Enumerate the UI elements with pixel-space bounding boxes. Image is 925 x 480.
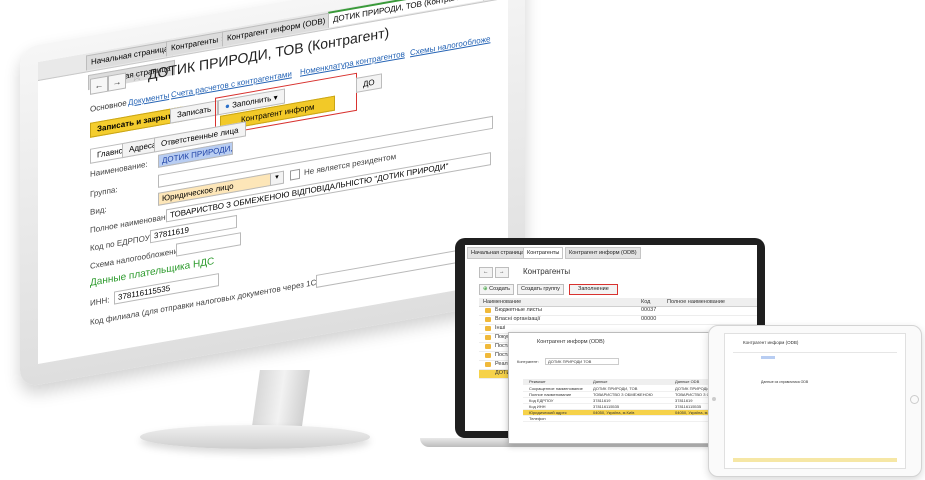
folder-icon xyxy=(485,344,491,349)
tablet-home-button[interactable] xyxy=(910,395,919,404)
tablet-note: Данные из справочника ODB xyxy=(761,380,809,384)
list-item-code: 00000 xyxy=(641,316,657,322)
column-code: Код xyxy=(641,299,651,305)
tablet-status-bar xyxy=(733,458,897,462)
list-item-name: Інші xyxy=(495,325,506,331)
plus-icon: ⊕ xyxy=(483,286,488,292)
folder-icon xyxy=(485,335,491,340)
tablet-screen: Контрагент информ (ODB) Данные из справо… xyxy=(724,333,906,469)
dialog-title: Контрагент информ (ODB) xyxy=(537,339,605,345)
toolbar-extra-button[interactable]: ДО xyxy=(356,73,382,93)
laptop-create-group-button[interactable]: Создать группу xyxy=(517,284,564,295)
row-odb: 37811619 xyxy=(675,398,693,403)
list-item[interactable]: Бюджетные листы 00037 xyxy=(479,307,757,316)
link-main[interactable]: Основное xyxy=(90,98,127,113)
edrpou-label: Код по ЕДРПОУ: xyxy=(90,232,152,253)
column-fullname: Полное наименование xyxy=(667,299,725,305)
forward-button[interactable]: → xyxy=(108,72,126,92)
laptop-forward-button[interactable]: → xyxy=(495,267,509,278)
dialog-col-field: Реквизит xyxy=(529,379,546,384)
link-documents[interactable]: Документы xyxy=(128,91,169,107)
laptop-tab-home[interactable]: Начальная страница xyxy=(467,247,529,259)
inn-label: ИНН: xyxy=(90,295,110,308)
row-data: ДОТИК ПРИРОДИ, ТОВ xyxy=(593,386,638,391)
dialog-company-label: Контрагент: xyxy=(517,359,539,364)
nonresident-checkbox[interactable] xyxy=(290,168,300,181)
list-item[interactable]: Власні організації 00000 xyxy=(479,316,757,325)
list-item-name: Бюджетные листы xyxy=(495,307,542,313)
laptop-tab-contractor-inform[interactable]: Контрагент информ (ODB) xyxy=(565,247,641,259)
back-button[interactable]: ← xyxy=(90,75,108,95)
folder-icon xyxy=(485,317,491,322)
dialog-col-data: Данные xyxy=(593,379,608,384)
laptop-back-button[interactable]: ← xyxy=(479,267,493,278)
row-field: Код ЕДРПОУ xyxy=(529,398,554,403)
folder-icon xyxy=(485,326,491,331)
folder-icon xyxy=(485,362,491,367)
list-item-code: 00037 xyxy=(641,307,657,313)
row-field: Сокращенное наименование xyxy=(529,386,583,391)
laptop-fill-button[interactable]: Заполнение xyxy=(569,284,618,295)
column-name: Наименование xyxy=(483,299,522,305)
list-header: Наименование Код Полное наименование xyxy=(479,298,757,307)
folder-icon xyxy=(485,353,491,358)
tablet-title: Контрагент информ (ODB) xyxy=(743,340,799,345)
folder-icon xyxy=(485,308,491,313)
type-label: Вид: xyxy=(90,204,107,217)
list-item-name: Власні організації xyxy=(495,316,541,322)
save-button[interactable]: Записать xyxy=(170,100,219,124)
row-data: 04050, Україна, м.Київ xyxy=(593,410,635,415)
tablet-name-field[interactable] xyxy=(761,356,775,359)
row-data: 378116115535 xyxy=(593,404,620,409)
row-field: Код ИНН xyxy=(529,404,546,409)
row-data: 37811619 xyxy=(593,398,611,403)
monitor-stand-base xyxy=(140,425,370,449)
row-field: Телефон xyxy=(529,416,546,421)
laptop-page-title: Контрагенты xyxy=(523,267,571,276)
dialog-company-field[interactable]: ДОТИК ПРИРОДИ ТОВ xyxy=(545,358,619,365)
row-field: Юридический адрес xyxy=(529,410,567,415)
row-data: ТОВАРИСТВО З ОБМЕЖЕНОЮ xyxy=(593,392,653,397)
favorite-star-icon[interactable]: ☆ xyxy=(131,68,143,86)
laptop-tab-contractors[interactable]: Контрагенты xyxy=(523,247,564,259)
group-label: Группа: xyxy=(90,184,118,199)
divider xyxy=(733,352,897,353)
link-schemes[interactable]: Схемы налогообложе xyxy=(410,34,490,57)
row-field: Полное наименование xyxy=(529,392,572,397)
row-odb: 378116115535 xyxy=(675,404,702,409)
type-select-arrow-icon[interactable]: ▼ xyxy=(270,170,284,187)
dialog-col-odb: Данные ODB xyxy=(675,379,700,384)
tablet-camera xyxy=(712,397,716,401)
laptop-create-button[interactable]: ⊕ Создать xyxy=(479,284,515,295)
name-label: Наименование: xyxy=(90,159,148,179)
